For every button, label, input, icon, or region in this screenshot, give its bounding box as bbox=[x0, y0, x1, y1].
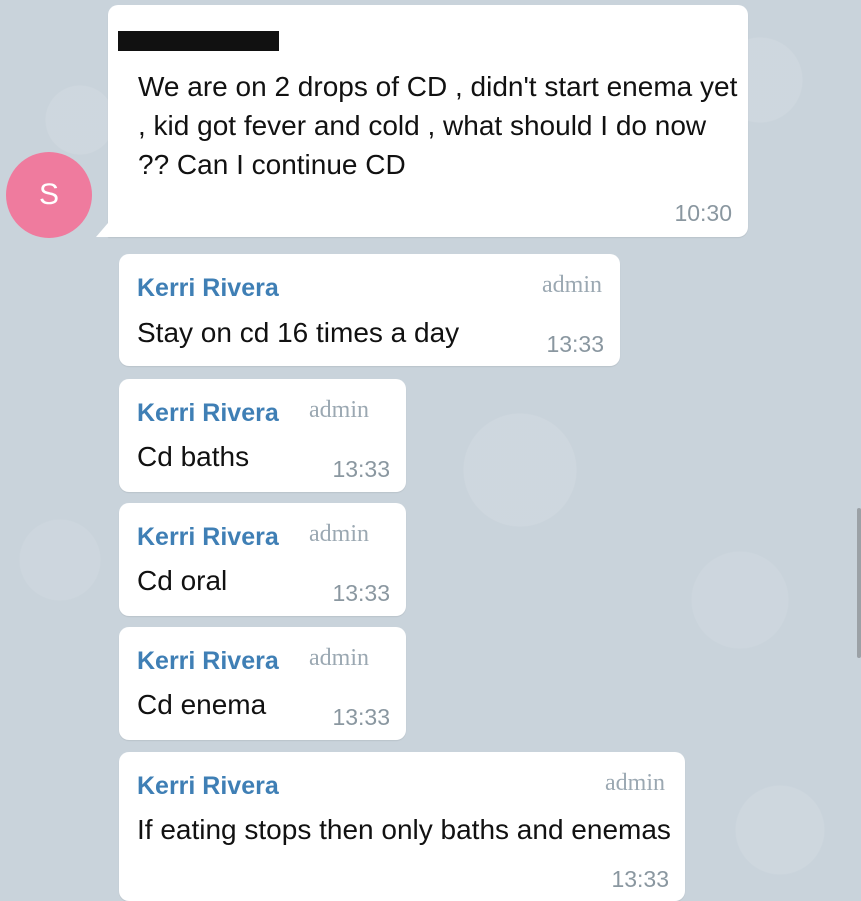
message-time: 10:30 bbox=[674, 200, 732, 226]
message-text: Cd baths bbox=[137, 441, 250, 472]
scrollbar-thumb[interactable] bbox=[857, 508, 861, 658]
message-time: 13:33 bbox=[332, 704, 390, 730]
admin-message-bubble[interactable]: Kerri Rivera admin Cd enema 13:33 bbox=[119, 627, 406, 740]
admin-badge: admin bbox=[309, 521, 369, 547]
admin-message-bubble[interactable]: Kerri Rivera admin Cd oral 13:33 bbox=[119, 503, 406, 616]
sender-name[interactable]: Kerri Rivera bbox=[137, 399, 279, 428]
admin-badge: admin bbox=[309, 645, 369, 671]
sender-name[interactable]: Kerri Rivera bbox=[137, 772, 279, 801]
sender-avatar[interactable]: S bbox=[6, 152, 92, 238]
admin-message-bubble[interactable]: Kerri Rivera admin If eating stops then … bbox=[119, 752, 685, 901]
message-time: 13:33 bbox=[332, 456, 390, 482]
message-time: 13:33 bbox=[611, 866, 669, 892]
message-text: We are on 2 drops of CD , didn't start e… bbox=[138, 71, 738, 180]
sender-name[interactable]: Kerri Rivera bbox=[137, 647, 279, 676]
message-text: If eating stops then only baths and enem… bbox=[137, 814, 671, 845]
message-text: Cd enema bbox=[137, 689, 267, 720]
admin-message-bubble[interactable]: Kerri Rivera admin Stay on cd 16 times a… bbox=[119, 254, 620, 366]
avatar-initial: S bbox=[38, 178, 59, 211]
incoming-message-bubble[interactable]: We are on 2 drops of CD , didn't start e… bbox=[96, 5, 748, 237]
admin-badge: admin bbox=[542, 272, 602, 298]
redacted-sender-name bbox=[118, 31, 279, 51]
message-time: 13:33 bbox=[546, 331, 604, 357]
sender-name[interactable]: Kerri Rivera bbox=[137, 274, 279, 303]
message-text: Stay on cd 16 times a day bbox=[137, 317, 460, 348]
message-text: Cd oral bbox=[137, 565, 228, 596]
admin-badge: admin bbox=[309, 397, 369, 423]
message-time: 13:33 bbox=[332, 580, 390, 606]
sender-name[interactable]: Kerri Rivera bbox=[137, 523, 279, 552]
admin-message-bubble[interactable]: Kerri Rivera admin Cd baths 13:33 bbox=[119, 379, 406, 492]
admin-badge: admin bbox=[605, 770, 665, 796]
